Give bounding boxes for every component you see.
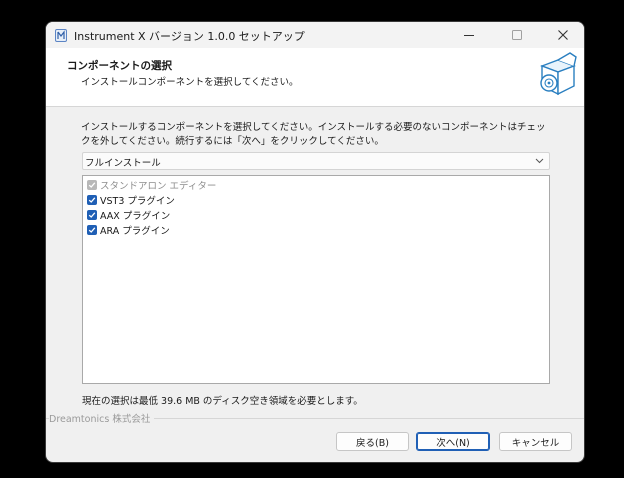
checkmark-icon [88,197,96,203]
window-title: Instrument X バージョン 1.0.0 セットアップ [74,30,305,43]
minimize-icon [464,35,474,36]
wizard-header: コンポーネントの選択 インストールコンポーネントを選択してください。 [46,48,584,106]
maximize-button[interactable] [494,22,540,48]
setup-window: Instrument X バージョン 1.0.0 セットアップ コンポーネントの… [46,22,584,462]
component-item-vst3[interactable]: VST3 プラグイン [87,193,175,207]
chevron-down-icon [535,158,544,164]
cancel-button[interactable]: キャンセル [499,432,572,451]
checkmark-icon [88,212,96,218]
standalone-editor-checkbox [87,180,97,190]
title-bar[interactable]: Instrument X バージョン 1.0.0 セットアップ [46,22,584,48]
install-type-value: フルインストール [85,158,161,169]
aax-checkbox[interactable] [87,210,97,220]
instruction-text: インストールするコンポーネントを選択してください。インストールする必要のないコン… [81,122,546,147]
component-label: ARA プラグイン [100,226,170,237]
header-divider [46,106,584,107]
page-subtitle: インストールコンポーネントを選択してください。 [81,77,299,88]
close-button[interactable] [540,22,584,48]
component-label: AAX プラグイン [100,211,171,222]
component-label: スタンドアロン エディター [100,181,217,192]
close-icon [558,30,568,40]
company-name: Dreamtonics 株式会社 [49,411,155,425]
component-item-aax[interactable]: AAX プラグイン [87,208,170,222]
back-button[interactable]: 戻る(B) [336,432,409,451]
checkmark-icon [88,227,96,233]
ara-checkbox[interactable] [87,225,97,235]
minimize-button[interactable] [446,22,492,48]
component-label: VST3 プラグイン [100,196,175,207]
disk-space-requirement: 現在の選択は最低 39.6 MB のディスク空き領域を必要とします。 [82,396,363,407]
next-button[interactable]: 次へ(N) [416,432,490,451]
page-title: コンポーネントの選択 [67,60,172,72]
component-item-ara[interactable]: ARA プラグイン [87,223,170,237]
checkmark-icon [88,182,96,188]
vst3-checkbox[interactable] [87,195,97,205]
app-icon [55,29,67,42]
components-list[interactable]: スタンドアロン エディター VST3 プラグイン AAX プラグイン ARA プ… [82,175,550,384]
component-item-standalone-editor: スタンドアロン エディター [87,178,216,192]
install-type-select[interactable]: フルインストール [82,152,550,170]
software-box-icon [540,52,577,96]
maximize-icon [512,30,522,40]
